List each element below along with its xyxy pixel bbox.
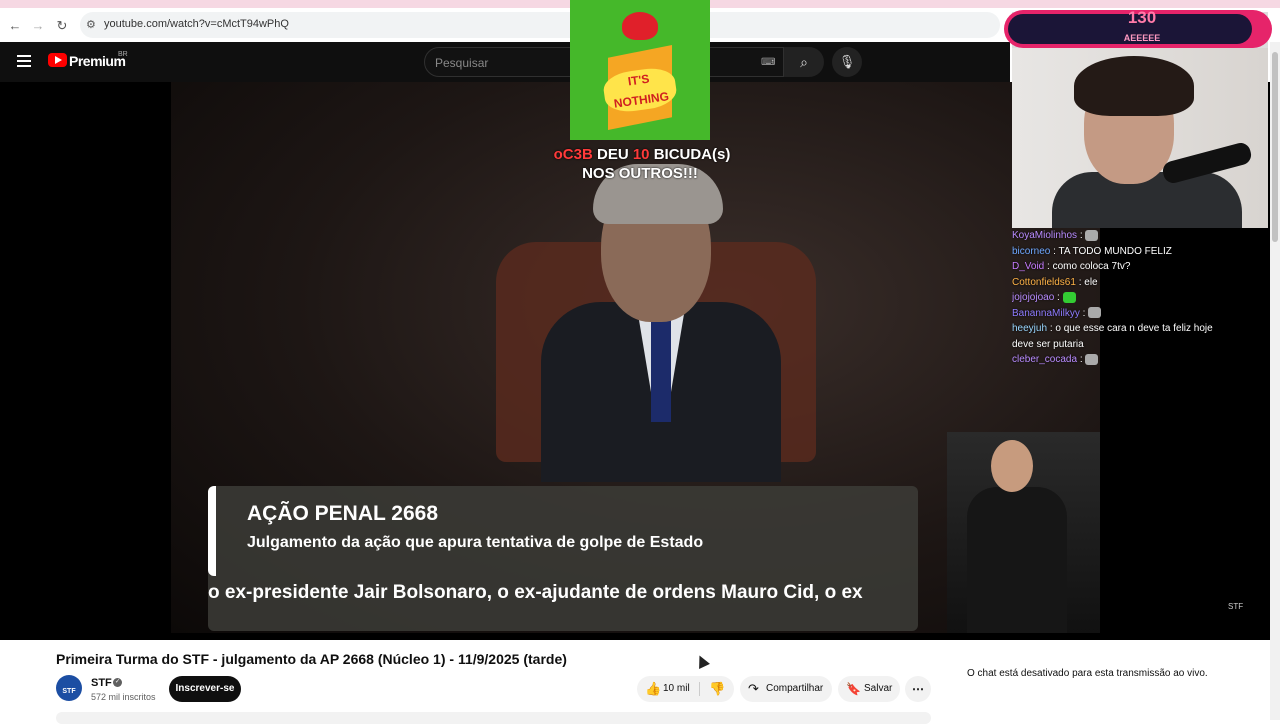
emote-icon [1085, 229, 1099, 241]
streamer-webcam: 130 AEEEEE [1004, 8, 1272, 228]
like-dislike-group: 👍 10 mil 👎 [637, 676, 734, 702]
arrow-left-icon[interactable]: ← [5, 16, 25, 36]
channel-name[interactable]: STF [91, 677, 112, 689]
scrollbar-thumb[interactable] [1272, 52, 1278, 242]
verified-icon: ✓ [113, 678, 122, 687]
reload-icon[interactable]: ↻ [52, 16, 72, 36]
chat-message: bicorneo : TA TODO MUNDO FELIZ [1012, 245, 1172, 257]
chat-disabled-notice: O chat está desativado para esta transmi… [967, 668, 1208, 679]
youtube-logo-icon[interactable] [48, 53, 67, 67]
chat-user: BanannaMilkyy [1012, 307, 1080, 319]
video-title: Primeira Turma do STF - julgamento da AP… [56, 651, 567, 667]
emote-icon [1062, 291, 1076, 303]
counter-label: AEEEEE [1123, 33, 1161, 43]
address-bar[interactable]: ⚙ youtube.com/watch?v=cMctT94wPhQ [80, 12, 1000, 38]
gift-alert-image: IT'S NOTHING [570, 0, 710, 140]
arrow-right-icon[interactable]: → [28, 16, 48, 36]
chat-user: heeyjuh [1012, 323, 1048, 334]
subscriber-count: 572 mil inscritos [91, 692, 156, 702]
mic-icon: 🎙 [838, 54, 856, 69]
like-count[interactable]: 10 mil [663, 676, 690, 702]
save-label: Salvar [864, 683, 893, 694]
video-watermark: STF [1228, 602, 1244, 611]
url-text: youtube.com/watch?v=cMctT94wPhQ [104, 18, 289, 30]
more-actions-button[interactable]: ⋯ [905, 676, 931, 702]
channel-avatar[interactable]: STF [56, 675, 82, 701]
chat-user: jojojojoao [1012, 292, 1055, 303]
emote-icon [1088, 307, 1102, 319]
chat-message: cleber_cocada : [1012, 352, 1268, 368]
search-icon: ⌕ [800, 54, 808, 70]
share-label: Compartilhar [766, 683, 824, 694]
news-ticker: o ex-presidente Jair Bolsonaro, o ex-aju… [208, 582, 863, 603]
region-code: BR [118, 51, 128, 58]
sign-language-interpreter [947, 432, 1100, 633]
logo-text[interactable]: Premium [69, 53, 126, 69]
lower-third-subtitle: Julgamento da ação que apura tentativa d… [247, 534, 704, 551]
keyboard-icon[interactable]: ⌨ [761, 57, 775, 68]
like-icon[interactable]: 👍 [645, 676, 661, 702]
bookmark-icon: 🔖 [846, 682, 861, 696]
gift-bow-icon [622, 12, 658, 40]
dislike-icon[interactable]: 👎 [709, 676, 725, 702]
share-button[interactable]: ↷ Compartilhar [740, 676, 832, 702]
search-placeholder: Pesquisar [435, 56, 489, 70]
lower-third-title: AÇÃO PENAL 2668 [247, 502, 439, 525]
subscribe-button[interactable]: Inscrever-se [169, 676, 241, 702]
gift-alert-line2: NOS OUTROS!!! [582, 165, 698, 182]
chat-overlay: KoyaMiolinhos : bicorneo : TA TODO MUNDO… [1012, 228, 1268, 378]
gift-alert-line1: oC3B DEU 10 BICUDA(s) [553, 146, 731, 163]
chat-message: D_Void : como coloca 7tv? [1012, 261, 1131, 272]
chat-user: cleber_cocada [1012, 354, 1078, 365]
chat-message: Cottonfields61 : ele [1012, 276, 1098, 288]
chat-user: bicorneo [1012, 245, 1051, 257]
counter-value: 130 [1127, 8, 1157, 27]
chat-message: jojojojoao : [1012, 290, 1268, 306]
mouse-cursor-icon [694, 653, 710, 669]
chat-message: heeyjuh : o que esse cara n deve ta feli… [1012, 323, 1213, 334]
emote-icon [1085, 353, 1099, 365]
save-button[interactable]: 🔖 Salvar [838, 676, 900, 702]
chat-message: BanannaMilkyy : [1012, 306, 1268, 322]
chat-user: KoyaMiolinhos [1012, 230, 1078, 241]
description-box[interactable] [56, 712, 931, 724]
chat-user: Cottonfields61 [1012, 276, 1076, 288]
youtube-header: Premium BR Pesquisar ⌨ ⌕ 🎙 [0, 42, 1010, 82]
search-button[interactable]: ⌕ [784, 47, 824, 77]
mic-button[interactable]: 🎙 [832, 47, 862, 77]
speaker [541, 164, 781, 482]
share-icon: ↷ [748, 681, 759, 696]
chat-message: KoyaMiolinhos : [1012, 228, 1268, 244]
chat-user: D_Void [1012, 261, 1045, 272]
menu-icon[interactable] [17, 55, 31, 67]
chat-message: deve ser putaria [1012, 338, 1084, 350]
page-scrollbar[interactable] [1270, 42, 1280, 720]
site-info-icon[interactable]: ⚙ [86, 18, 96, 31]
